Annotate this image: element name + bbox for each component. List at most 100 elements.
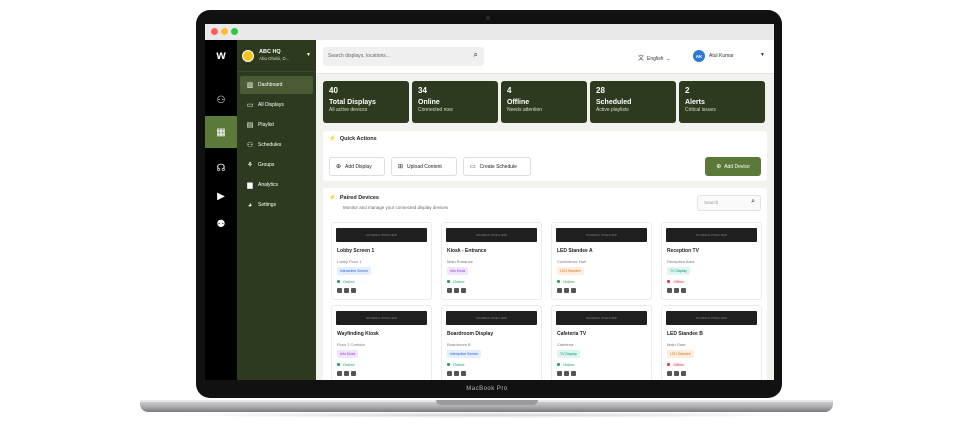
device-location: Main Entrance: [447, 259, 473, 264]
status-badge: Offline: [667, 279, 685, 284]
delete-icon[interactable]: [461, 371, 466, 376]
org-logo-icon: [242, 50, 254, 62]
delete-icon[interactable]: [681, 371, 686, 376]
upload-content-button[interactable]: ⊞ Upload Content: [391, 157, 457, 176]
status-dot-icon: [557, 363, 560, 367]
device-location: Main Gate: [667, 342, 686, 347]
search-icon[interactable]: ⌕: [474, 50, 478, 60]
stat-subtext: Critical issues: [685, 107, 716, 113]
rail-item-team[interactable]: ⚉: [205, 210, 237, 238]
status-label: Online: [343, 362, 355, 367]
preview-icon[interactable]: [344, 371, 349, 376]
device-name: Cafeteria TV: [557, 331, 587, 337]
language-selector[interactable]: 文 English ⌄: [638, 53, 670, 62]
maximize-window-button[interactable]: [231, 28, 238, 35]
preview-icon[interactable]: [564, 371, 569, 376]
preview-icon[interactable]: [674, 371, 679, 376]
status-label: Offline: [673, 362, 685, 367]
sidebar-item-settings[interactable]: ◕ Settings: [240, 196, 313, 214]
stat-label: Offline: [507, 99, 530, 106]
user-name[interactable]: Atul Kumar: [709, 53, 734, 59]
preview-icon[interactable]: [454, 288, 459, 293]
brand-logo-icon[interactable]: ᴡ: [209, 48, 233, 64]
user-menu-caret-icon[interactable]: ▼: [760, 52, 765, 58]
search-placeholder: Search displays, locations...: [328, 53, 390, 59]
stat-value: 2: [685, 86, 690, 95]
rail-item-headset[interactable]: ☊: [205, 154, 237, 182]
org-switcher[interactable]: ABC HQ Abu Dhabi, D... ▼: [237, 40, 316, 72]
screen-preview: SCREEN PREVIEW: [556, 228, 647, 242]
top-header: Search displays, locations... ⌕ 文 English…: [316, 40, 774, 74]
device-type-badge: Interactive Screen: [447, 350, 482, 358]
search-input[interactable]: Search displays, locations... ⌕: [323, 47, 484, 66]
edit-icon[interactable]: [447, 288, 452, 293]
status-dot-icon: [667, 363, 670, 367]
edit-icon[interactable]: [667, 371, 672, 376]
delete-icon[interactable]: [571, 371, 576, 376]
screen-preview: SCREEN PREVIEW: [336, 311, 427, 325]
delete-icon[interactable]: [351, 371, 356, 376]
close-window-button[interactable]: [211, 28, 218, 35]
create-schedule-button[interactable]: ▭ Create Schedule: [463, 157, 531, 176]
edit-icon[interactable]: [337, 288, 342, 293]
preview-icon[interactable]: [454, 371, 459, 376]
minimize-window-button[interactable]: [221, 28, 228, 35]
avatar[interactable]: AK: [693, 50, 705, 62]
sidebar-item-dashboard[interactable]: ▥ Dashboard: [240, 76, 313, 94]
rail-item-network[interactable]: ⚇: [205, 86, 237, 114]
rail-item-play[interactable]: ▶: [205, 182, 237, 210]
screen-preview: SCREEN PREVIEW: [556, 311, 647, 325]
device-card[interactable]: SCREEN PREVIEW Boardroom Display Boardroom…: [441, 305, 542, 380]
device-card[interactable]: SCREEN PREVIEW LED Standee A Conference Ha…: [551, 222, 652, 300]
preview-icon[interactable]: [674, 288, 679, 293]
status-dot-icon: [337, 280, 340, 284]
sidebar-item-analytics[interactable]: ▆ Analytics: [240, 176, 313, 194]
edit-icon[interactable]: [557, 288, 562, 293]
add-display-button[interactable]: ⊕ Add Display: [329, 157, 385, 176]
status-label: Online: [343, 279, 355, 284]
org-location: Abu Dhabi, D...: [259, 56, 290, 61]
device-card[interactable]: SCREEN PREVIEW LED Standee B Main Gate LED …: [661, 305, 762, 380]
edit-icon[interactable]: [447, 371, 452, 376]
search-icon[interactable]: ⌕: [751, 198, 755, 206]
sidebar-item-playlist[interactable]: ▤ Playlist: [240, 116, 313, 134]
status-dot-icon: [667, 280, 670, 284]
delete-icon[interactable]: [351, 288, 356, 293]
device-search-input[interactable]: Search ⌕: [697, 195, 761, 211]
device-card[interactable]: SCREEN PREVIEW Wayfinding Kiosk Floor 2 Co…: [331, 305, 432, 380]
status-badge: Online: [557, 362, 575, 367]
status-label: Online: [453, 279, 465, 284]
device-card[interactable]: SCREEN PREVIEW Cafeteria TV Cafeteria TV Di…: [551, 305, 652, 380]
delete-icon[interactable]: [571, 288, 576, 293]
device-type-badge: LED Standee: [667, 350, 694, 358]
edit-icon[interactable]: [557, 371, 562, 376]
language-label: English: [647, 56, 664, 62]
status-dot-icon: [337, 363, 340, 367]
device-card[interactable]: SCREEN PREVIEW Reception TV Reception Area…: [661, 222, 762, 300]
delete-icon[interactable]: [461, 288, 466, 293]
sidebar-item-all-displays[interactable]: ▭ All Displays: [240, 96, 313, 114]
preview-icon[interactable]: [344, 288, 349, 293]
preview-icon[interactable]: [564, 288, 569, 293]
screen-preview: SCREEN PREVIEW: [666, 311, 757, 325]
edit-icon[interactable]: [667, 288, 672, 293]
device-card[interactable]: SCREEN PREVIEW Lobby Screen 1 Lobby Floor …: [331, 222, 432, 300]
stat-label: Online: [418, 99, 440, 106]
add-device-button[interactable]: ⊕ Add Device: [705, 157, 761, 176]
delete-icon[interactable]: [681, 288, 686, 293]
device-search-placeholder: Search: [704, 200, 719, 205]
button-label: Upload Content: [407, 163, 442, 170]
sidebar-item-groups[interactable]: ⚘ Groups: [240, 156, 313, 174]
stat-card-scheduled: 28 Scheduled Active playlists: [590, 81, 676, 123]
device-card[interactable]: SCREEN PREVIEW Kiosk - Entrance Main Entra…: [441, 222, 542, 300]
translate-icon: 文: [638, 56, 645, 62]
sidebar-item-schedules[interactable]: ⚇ Schedules: [240, 136, 313, 154]
quick-actions-title: ⚡ Quick Actions: [329, 136, 377, 142]
rail-item-calendar[interactable]: ▦: [205, 116, 237, 148]
stat-label: Scheduled: [596, 99, 632, 106]
headset-icon: ☊: [216, 162, 226, 174]
device-type-badge: Info Kiosk: [447, 267, 469, 275]
edit-icon[interactable]: [337, 371, 342, 376]
device-type-badge: TV Display: [667, 267, 690, 275]
stat-value: 28: [596, 86, 605, 95]
